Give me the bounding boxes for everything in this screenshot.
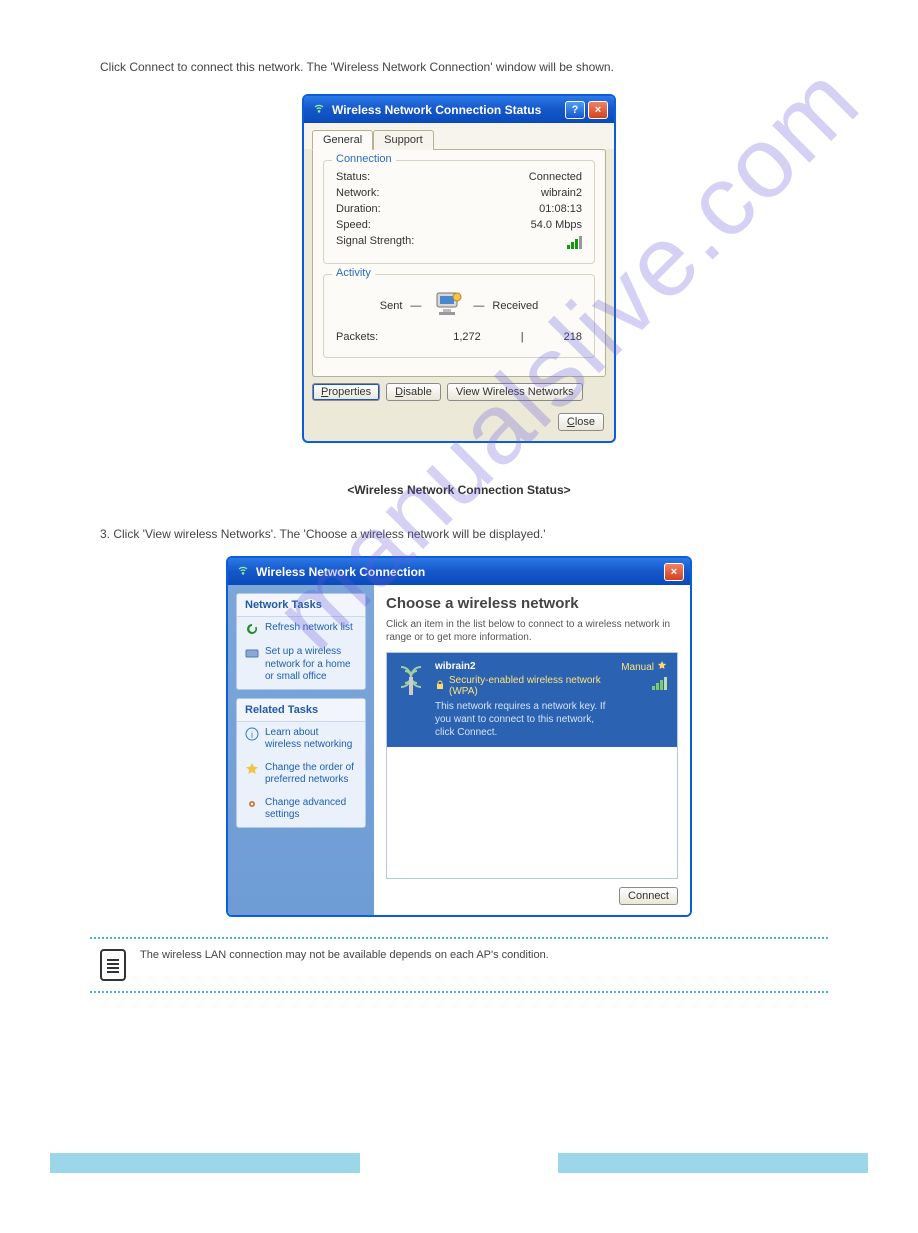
received-label: Received	[492, 300, 538, 312]
refresh-icon	[245, 622, 259, 636]
duration-value: 01:08:13	[539, 203, 582, 215]
packets-label: Packets:	[336, 331, 378, 343]
choose-heading: Choose a wireless network	[386, 595, 678, 612]
network-name: wibrain2	[435, 661, 611, 672]
security-label: Security-enabled wireless network (WPA)	[449, 675, 611, 697]
learn-task[interactable]: i Learn about wireless networking	[237, 722, 365, 757]
right-panel: Choose a wireless network Click an item …	[374, 585, 690, 915]
note-text: The wireless LAN connection may not be a…	[140, 949, 549, 961]
connection-group: Connection Status:Connected Network:wibr…	[323, 160, 595, 264]
manual-label: Manual	[621, 662, 654, 673]
close-x-button[interactable]: ×	[664, 563, 684, 581]
page-footer	[50, 1153, 868, 1173]
speed-label: Speed:	[336, 219, 371, 231]
lock-icon	[435, 680, 445, 693]
tab-strip: General Support	[304, 123, 614, 149]
gear-icon	[245, 797, 259, 811]
change-order-task[interactable]: Change the order of preferred networks	[237, 757, 365, 792]
sent-label: Sent	[380, 300, 403, 312]
wifi-dialog: Wireless Network Connection × Network Ta…	[226, 556, 692, 917]
wifi-title: Wireless Network Connection	[256, 565, 658, 579]
note-row: The wireless LAN connection may not be a…	[100, 949, 818, 981]
intro-text: Click Connect to connect this network. T…	[100, 60, 818, 74]
separator	[90, 937, 828, 939]
network-right: Manual	[621, 661, 667, 693]
setup-label: Set up a wireless network for a home or …	[265, 646, 357, 684]
setup-icon	[245, 646, 259, 660]
footer-left	[50, 1153, 360, 1173]
left-task-panel: Network Tasks Refresh network list Set u…	[228, 585, 374, 915]
antenna-icon	[397, 661, 425, 700]
activity-group: Activity Sent — — Received Packets: 1,27…	[323, 274, 595, 358]
setup-task[interactable]: Set up a wireless network for a home or …	[237, 641, 365, 689]
tab-support[interactable]: Support	[373, 130, 434, 150]
tab-body: Connection Status: Connected Network: wibr…	[312, 149, 606, 377]
wifi-titlebar: Wireless Network Connection ×	[228, 558, 690, 585]
connection-legend: Connection	[332, 153, 396, 165]
figure-caption: <Wireless Network Connection Status>	[0, 483, 918, 497]
network-item[interactable]: wibrain2 Security-enabled wireless netwo…	[387, 653, 677, 747]
tab-general[interactable]: General	[312, 130, 373, 150]
signal-bars-icon	[652, 678, 667, 690]
learn-label: Learn about wireless networking	[265, 727, 357, 752]
wireless-icon	[312, 103, 326, 117]
svg-text:i: i	[251, 730, 253, 740]
network-list: wibrain2 Security-enabled wireless netwo…	[386, 652, 678, 879]
change-advanced-task[interactable]: Change advanced settings	[237, 792, 365, 827]
separator	[90, 991, 828, 993]
network-info: wibrain2 Security-enabled wireless netwo…	[435, 661, 611, 739]
status-label: Status:	[336, 171, 370, 183]
change-order-label: Change the order of preferred networks	[265, 762, 357, 787]
related-tasks-block: Related Tasks i Learn about wireless net…	[236, 698, 366, 828]
refresh-label: Refresh network list	[265, 622, 353, 635]
activity-legend: Activity	[332, 267, 375, 279]
status-titlebar: Wireless Network Connection Status ? ×	[304, 96, 614, 123]
status-value: Connected	[529, 171, 582, 183]
speed-value: 54.0 Mbps	[531, 219, 582, 231]
network-label: Network:	[336, 187, 379, 199]
computer-network-icon	[429, 291, 465, 321]
network-value: wibrain2	[541, 187, 582, 199]
footer-right	[558, 1153, 868, 1173]
signal-label: Signal Strength:	[336, 235, 414, 249]
packets-sent: 1,272	[453, 331, 481, 343]
connect-button[interactable]: Connect	[619, 887, 678, 905]
status-title: Wireless Network Connection Status	[332, 103, 559, 117]
note-icon	[100, 949, 126, 981]
help-button[interactable]: ?	[565, 101, 585, 119]
refresh-task[interactable]: Refresh network list	[237, 617, 365, 641]
star-icon	[245, 762, 259, 776]
view-wireless-button[interactable]: View Wireless Networks	[447, 383, 583, 401]
signal-bars-icon	[567, 235, 582, 249]
properties-button[interactable]: Properties	[312, 383, 380, 401]
wireless-icon	[236, 565, 250, 579]
choose-desc: Click an item in the list below to conne…	[386, 618, 678, 644]
status-dialog: Wireless Network Connection Status ? × G…	[302, 94, 616, 443]
network-tasks-heading: Network Tasks	[237, 594, 365, 617]
disable-button[interactable]: Disable	[386, 383, 441, 401]
network-tasks-block: Network Tasks Refresh network list Set u…	[236, 593, 366, 690]
close-x-button[interactable]: ×	[588, 101, 608, 119]
duration-label: Duration:	[336, 203, 381, 215]
star-icon	[657, 661, 667, 674]
close-button[interactable]: Close	[558, 413, 604, 431]
step-text: 3. Click 'View wireless Networks'. The '…	[100, 527, 818, 541]
related-tasks-heading: Related Tasks	[237, 699, 365, 722]
network-msg: This network requires a network key. If …	[435, 700, 611, 739]
packets-received: 218	[564, 331, 582, 343]
info-icon: i	[245, 727, 259, 741]
change-adv-label: Change advanced settings	[265, 797, 357, 822]
